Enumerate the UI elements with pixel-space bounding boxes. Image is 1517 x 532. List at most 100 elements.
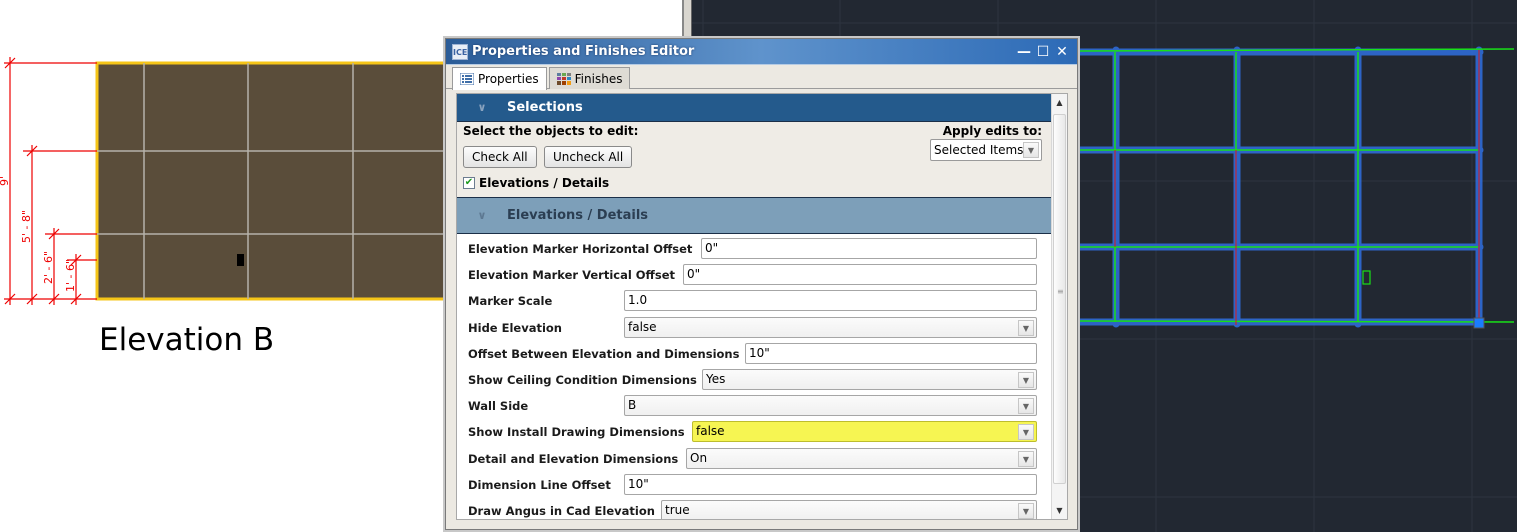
app-icon: ICE bbox=[452, 43, 468, 60]
tab-label: Properties bbox=[478, 72, 539, 86]
minimize-icon[interactable]: — bbox=[1017, 44, 1031, 60]
property-row: Show Install Drawing Dimensions false ▼ bbox=[457, 419, 1052, 445]
field-value: Yes bbox=[706, 371, 726, 386]
elevation-marker-horizontal-offset-input[interactable]: 0" bbox=[701, 238, 1037, 259]
chevron-down-icon[interactable]: ▼ bbox=[1018, 398, 1034, 415]
hide-elevation-select[interactable]: false ▼ bbox=[624, 316, 1037, 338]
offset-between-elevation-dimensions-input[interactable]: 10" bbox=[745, 342, 1037, 364]
checkbox-label: Elevations / Details bbox=[479, 176, 610, 190]
list-icon bbox=[460, 73, 474, 85]
property-label: Elevation Marker Vertical Offset bbox=[468, 268, 676, 283]
property-row: Detail and Elevation Dimensions On ▼ bbox=[457, 446, 1052, 472]
field-value: 10" bbox=[749, 345, 770, 360]
property-list: Elevation Marker Horizontal Offset 0" El… bbox=[457, 234, 1052, 519]
vertical-scrollbar[interactable]: ▲ ≡ ▼ bbox=[1051, 94, 1067, 519]
dialog-title: Properties and Finishes Editor bbox=[472, 44, 695, 59]
apply-edits-select[interactable]: Selected Items ▼ bbox=[930, 139, 1042, 161]
field-value: false bbox=[628, 319, 657, 334]
dimension-label: 9' bbox=[0, 176, 11, 186]
scroll-up-icon[interactable]: ▲ bbox=[1052, 94, 1067, 111]
chevron-down-icon[interactable]: ▼ bbox=[1018, 450, 1034, 467]
insertion-marker bbox=[237, 254, 244, 266]
chevron-down-icon[interactable]: ∨ bbox=[457, 101, 507, 114]
scrollbar-thumb[interactable]: ≡ bbox=[1053, 114, 1066, 484]
object-checkbox-row[interactable]: ✔ Elevations / Details bbox=[463, 176, 609, 190]
section-header-selections[interactable]: ∨ Selections bbox=[457, 94, 1052, 122]
property-row: Marker Scale 1.0 bbox=[457, 288, 1052, 314]
section-title: Elevations / Details bbox=[507, 208, 649, 223]
detail-elevation-dimensions-select[interactable]: On ▼ bbox=[686, 447, 1037, 469]
property-row: Elevation Marker Horizontal Offset 0" bbox=[457, 236, 1052, 262]
section-header-elevations[interactable]: ∨ Elevations / Details bbox=[457, 198, 1052, 234]
property-label: Hide Elevation bbox=[468, 320, 562, 335]
properties-scroll-area: ∨ Selections Select the objects to edit:… bbox=[457, 94, 1052, 519]
properties-panel: ∨ Selections Select the objects to edit:… bbox=[456, 93, 1068, 520]
apply-edits-value: Selected Items bbox=[934, 143, 1024, 157]
color-grid-icon bbox=[556, 72, 571, 85]
field-value: 10" bbox=[628, 476, 649, 491]
show-install-drawing-dimensions-select[interactable]: false ▼ bbox=[692, 421, 1037, 443]
properties-finishes-dialog: ICE Properties and Finishes Editor — ☐ ✕… bbox=[445, 38, 1078, 530]
elevation-marker-vertical-offset-input[interactable]: 0" bbox=[683, 264, 1037, 286]
chevron-down-icon[interactable]: ▼ bbox=[1023, 142, 1039, 158]
checkbox-elevations-details[interactable]: ✔ bbox=[463, 177, 475, 189]
field-value: B bbox=[628, 398, 637, 413]
wall-side-select[interactable]: B ▼ bbox=[624, 395, 1037, 417]
property-row: Wall Side B ▼ bbox=[457, 393, 1052, 419]
close-icon[interactable]: ✕ bbox=[1055, 44, 1069, 60]
property-row: Offset Between Elevation and Dimensions … bbox=[457, 341, 1052, 367]
desktop: 9' 5' - 8" 2' - 6" 1' - 6" Elevation B I… bbox=[0, 0, 1517, 532]
field-value: 1.0 bbox=[628, 293, 648, 308]
property-label: Detail and Elevation Dimensions bbox=[468, 451, 679, 466]
dimension-label: 1' - 6" bbox=[64, 259, 77, 292]
select-objects-label: Select the objects to edit: bbox=[463, 124, 639, 138]
field-value: false bbox=[696, 424, 725, 439]
grip-icon: ≡ bbox=[1057, 287, 1064, 296]
chevron-down-icon[interactable]: ▼ bbox=[1018, 502, 1034, 519]
show-ceiling-condition-dimensions-select[interactable]: Yes ▼ bbox=[702, 368, 1037, 390]
tab-finishes[interactable]: Finishes bbox=[548, 67, 631, 89]
tab-bar: Properties Finishes bbox=[446, 65, 1077, 90]
elevation-title: Elevation B bbox=[99, 322, 275, 358]
section-title: Selections bbox=[507, 100, 583, 115]
dimension-label: 2' - 6" bbox=[42, 251, 55, 284]
uncheck-all-button[interactable]: Uncheck All bbox=[544, 146, 633, 168]
elevation-panel[interactable] bbox=[95, 61, 459, 301]
dimension-label: 5' - 8" bbox=[20, 210, 33, 243]
field-value: 0" bbox=[687, 267, 701, 282]
property-label: Dimension Line Offset bbox=[468, 477, 611, 492]
property-label: Show Ceiling Condition Dimensions bbox=[468, 372, 697, 387]
selections-section: Select the objects to edit: Apply edits … bbox=[457, 122, 1052, 198]
property-row: Dimension Line Offset 10" bbox=[457, 472, 1052, 498]
property-row: Show Ceiling Condition Dimensions Yes ▼ bbox=[457, 367, 1052, 393]
chevron-down-icon[interactable]: ∨ bbox=[457, 209, 507, 222]
property-label: Elevation Marker Horizontal Offset bbox=[468, 242, 693, 256]
property-label: Marker Scale bbox=[468, 294, 553, 309]
apply-edits-label: Apply edits to: bbox=[942, 124, 1042, 138]
cad-marker[interactable] bbox=[1362, 270, 1371, 285]
property-label: Offset Between Elevation and Dimensions bbox=[468, 346, 740, 361]
grip-handle[interactable] bbox=[1473, 317, 1485, 329]
draw-angus-cad-elevation-select[interactable]: true ▼ bbox=[661, 499, 1037, 519]
property-row: Elevation Marker Vertical Offset 0" bbox=[457, 262, 1052, 288]
chevron-down-icon[interactable]: ▼ bbox=[1018, 319, 1034, 336]
property-row: Hide Elevation false ▼ bbox=[457, 315, 1052, 341]
wall-glow bbox=[1074, 46, 1484, 328]
chevron-down-icon[interactable]: ▼ bbox=[1018, 424, 1034, 441]
centerlines bbox=[1114, 50, 1480, 325]
field-value: On bbox=[690, 450, 708, 465]
dimension-line-offset-input[interactable]: 10" bbox=[624, 473, 1037, 495]
marker-scale-input[interactable]: 1.0 bbox=[624, 290, 1037, 312]
property-label: Wall Side bbox=[468, 399, 529, 414]
dialog-titlebar[interactable]: ICE Properties and Finishes Editor — ☐ ✕ bbox=[446, 39, 1077, 65]
tab-label: Finishes bbox=[574, 71, 623, 86]
field-value: true bbox=[665, 502, 690, 517]
tab-properties[interactable]: Properties bbox=[452, 67, 547, 90]
field-value: 0" bbox=[705, 241, 719, 255]
wall-lines bbox=[1077, 48, 1515, 323]
scroll-down-icon[interactable]: ▼ bbox=[1052, 502, 1067, 519]
property-label: Show Install Drawing Dimensions bbox=[468, 425, 685, 440]
chevron-down-icon[interactable]: ▼ bbox=[1018, 371, 1034, 388]
check-all-button[interactable]: Check All bbox=[463, 146, 537, 168]
maximize-icon[interactable]: ☐ bbox=[1036, 44, 1050, 60]
